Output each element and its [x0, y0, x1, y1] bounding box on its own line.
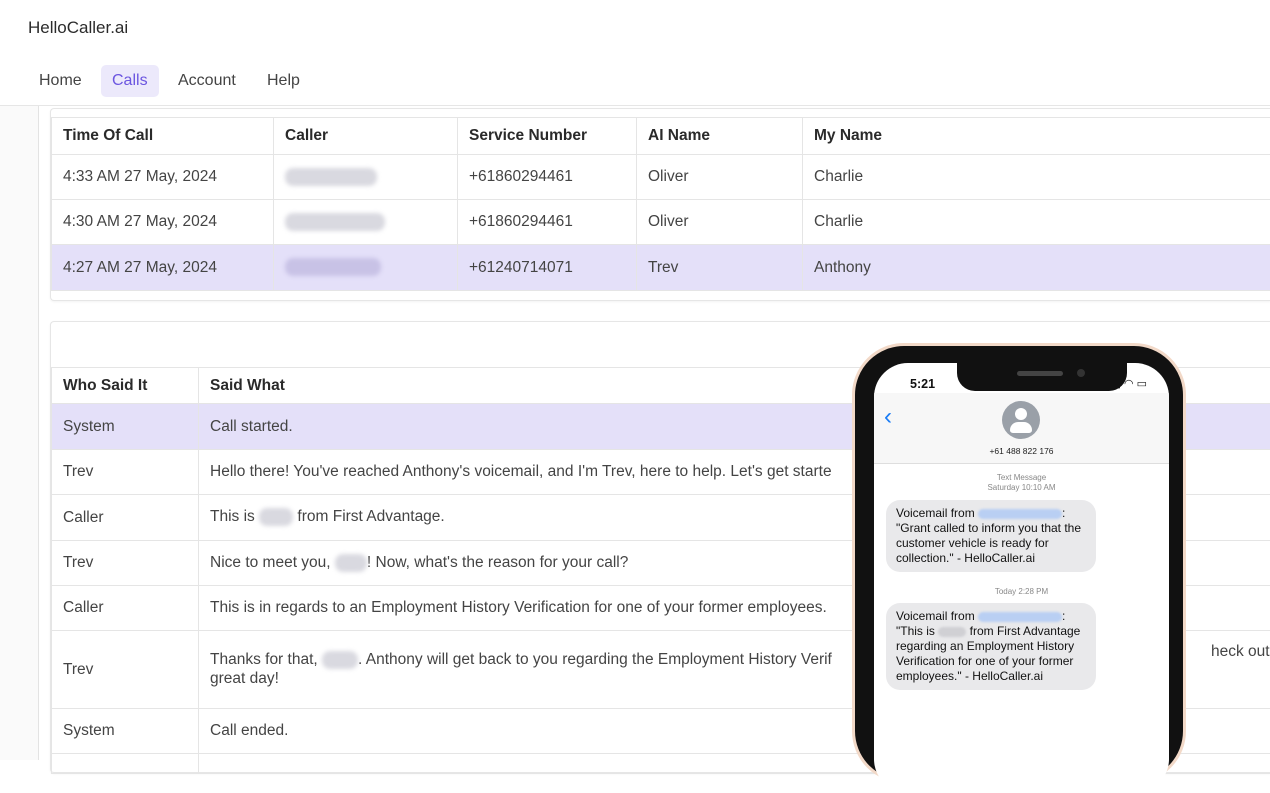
contact-avatar-icon[interactable]	[1002, 401, 1040, 439]
redacted-caller	[285, 213, 385, 231]
nav-home[interactable]: Home	[28, 65, 93, 97]
nav-calls[interactable]: Calls	[101, 65, 159, 97]
timestamp: Saturday 10:10 AM	[874, 483, 1169, 493]
brand-logo[interactable]: HelloCaller.ai	[28, 18, 128, 38]
text-part: Thanks for that,	[210, 652, 318, 669]
cell-time: 4:33 AM 27 May, 2024	[52, 155, 274, 200]
cell-service: +61860294461	[458, 200, 637, 245]
cell-ai: Oliver	[637, 155, 803, 200]
redacted-name	[259, 508, 293, 526]
redacted-caller	[285, 168, 377, 186]
msg-prefix: Voicemail from	[896, 609, 975, 623]
cell-service: +61240714071	[458, 245, 637, 291]
phone-notch	[957, 363, 1127, 391]
text-part: . Anthony will get back to you regarding…	[358, 652, 832, 669]
calls-card: Time Of Call Caller Service Number AI Na…	[50, 108, 1270, 301]
col-my-name[interactable]: My Name	[803, 118, 1270, 155]
col-caller[interactable]: Caller	[274, 118, 458, 155]
msg-body: "This is	[896, 624, 935, 638]
back-chevron-icon[interactable]: ‹	[884, 403, 892, 431]
col-time-of-call[interactable]: Time Of Call	[52, 118, 274, 155]
phone-mockup: 5:21 ▮▮ ◠ ▭ ‹ +61 488 822 176 Text Messa…	[852, 343, 1186, 783]
redacted-caller	[285, 258, 381, 276]
message-bubble: Voicemail from : "Grant called to inform…	[886, 500, 1096, 572]
nav-help[interactable]: Help	[256, 65, 311, 97]
cell-who: System	[52, 709, 199, 754]
phone-screen: 5:21 ▮▮ ◠ ▭ ‹ +61 488 822 176 Text Messa…	[874, 363, 1169, 793]
redacted-number	[978, 612, 1062, 622]
redacted-name	[335, 554, 367, 572]
text-part: ! Now, what's the reason for your call?	[367, 554, 628, 571]
text-part: from First Advantage.	[297, 509, 444, 526]
top-bar: HelloCaller.ai	[0, 0, 1270, 57]
text-part: This is	[210, 509, 255, 526]
cell-who: Caller	[52, 495, 199, 541]
left-rail	[0, 106, 39, 760]
col-ai-name[interactable]: AI Name	[637, 118, 803, 155]
cell-who: Caller	[52, 586, 199, 631]
cell-who: Trev	[52, 450, 199, 495]
calls-table: Time Of Call Caller Service Number AI Na…	[51, 117, 1270, 291]
table-row-selected[interactable]: 4:27 AM 27 May, 2024 +61240714071 Trev A…	[52, 245, 1270, 291]
col-who-said-it[interactable]: Who Said It	[52, 368, 199, 404]
redacted-name	[938, 627, 966, 637]
cell-caller	[274, 200, 458, 245]
col-service-number[interactable]: Service Number	[458, 118, 637, 155]
nav-account[interactable]: Account	[167, 65, 247, 97]
cell-caller	[274, 245, 458, 291]
table-row[interactable]: 4:33 AM 27 May, 2024 +61860294461 Oliver…	[52, 155, 1270, 200]
timestamp: Text Message	[874, 473, 1169, 483]
cell-ai: Oliver	[637, 200, 803, 245]
timestamp: Today 2:28 PM	[874, 587, 1169, 597]
cell-ai: Trev	[637, 245, 803, 291]
status-time: 5:21	[910, 377, 935, 391]
message-bubble: Voicemail from : "This is from First Adv…	[886, 603, 1096, 690]
cell-service: +61860294461	[458, 155, 637, 200]
msg-prefix: Voicemail from	[896, 506, 975, 520]
cell-who: System	[52, 404, 199, 450]
cell-me: Charlie	[803, 155, 1270, 200]
msg-body: "Grant called to inform you that the cus…	[896, 521, 1081, 565]
cell-caller	[274, 155, 458, 200]
contact-number[interactable]: +61 488 822 176	[874, 446, 1169, 456]
redacted-number	[978, 509, 1062, 519]
cell-me: Anthony	[803, 245, 1270, 291]
cell-me: Charlie	[803, 200, 1270, 245]
cell-who: Trev	[52, 631, 199, 709]
messages-header: ‹ +61 488 822 176	[874, 393, 1169, 464]
nav-bar: Home Calls Account Help	[0, 56, 1270, 106]
cell-time: 4:30 AM 27 May, 2024	[52, 200, 274, 245]
cell-who: Trev	[52, 541, 199, 586]
table-row[interactable]: 4:30 AM 27 May, 2024 +61860294461 Oliver…	[52, 200, 1270, 245]
redacted-name	[322, 651, 358, 669]
text-part: heck out Hel	[1199, 643, 1270, 661]
cell-time: 4:27 AM 27 May, 2024	[52, 245, 274, 291]
text-part: Nice to meet you,	[210, 554, 331, 571]
